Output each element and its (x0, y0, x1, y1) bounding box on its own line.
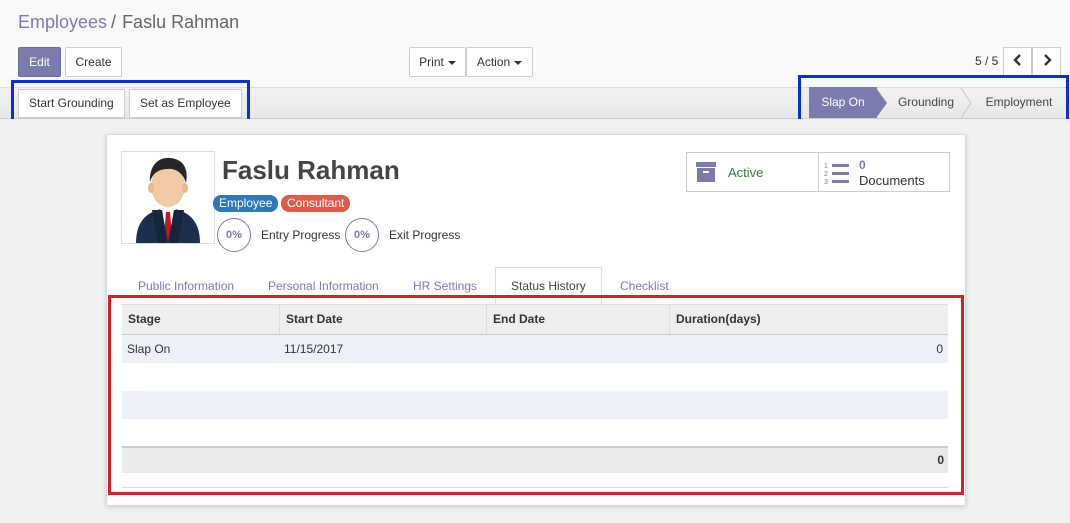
svg-text:3: 3 (824, 179, 828, 185)
pager-previous-button[interactable] (1003, 47, 1032, 76)
tab-checklist[interactable]: Checklist (620, 279, 669, 293)
tag-employee: Employee (213, 195, 279, 212)
caret-down-icon (514, 60, 523, 65)
chevron-right-icon (1043, 54, 1052, 66)
action-label: Action (476, 55, 511, 69)
documents-count: 0 (859, 158, 866, 172)
tag-consultant: Consultant (281, 195, 351, 212)
employee-name: Faslu Rahman (222, 155, 400, 185)
active-label: Active (728, 165, 764, 180)
archive-icon (696, 162, 716, 182)
tab-hr-settings[interactable]: HR Settings (413, 279, 477, 293)
smart-buttons: Active 1 2 3 0 Documents (686, 152, 950, 192)
pager-value: 5 / 5 (975, 54, 999, 68)
entry-progress-circle: 0% (217, 218, 251, 252)
create-button[interactable]: Create (65, 47, 122, 77)
action-dropdown[interactable]: Action (466, 47, 533, 77)
breadcrumb-separator: / (111, 12, 117, 32)
chevron-left-icon (1012, 54, 1021, 66)
user-avatar-icon (136, 157, 200, 243)
svg-text:1: 1 (824, 163, 828, 170)
tab-public-information[interactable]: Public Information (138, 279, 234, 293)
active-toggle-button[interactable]: Active (687, 153, 818, 191)
entry-progress-label: Entry Progress (261, 228, 341, 242)
exit-progress-label: Exit Progress (389, 228, 461, 242)
exit-progress-circle: 0% (345, 218, 379, 252)
breadcrumb: Employees / Faslu Rahman (18, 12, 239, 33)
tab-personal-information[interactable]: Personal Information (268, 279, 379, 293)
documents-label: Documents (859, 173, 925, 188)
breadcrumb-employees-link[interactable]: Employees (18, 12, 107, 32)
highlight-box-status-history (108, 295, 964, 495)
print-label: Print (419, 55, 444, 69)
edit-button[interactable]: Edit (18, 47, 61, 77)
svg-text:2: 2 (824, 171, 828, 178)
caret-down-icon (447, 60, 456, 65)
documents-button[interactable]: 1 2 3 0 Documents (819, 153, 949, 191)
list-ol-icon: 1 2 3 (824, 163, 849, 185)
breadcrumb-current: Faslu Rahman (122, 12, 240, 32)
print-dropdown[interactable]: Print (409, 47, 466, 77)
employee-avatar[interactable] (121, 151, 215, 244)
pager-next-button[interactable] (1032, 47, 1061, 76)
